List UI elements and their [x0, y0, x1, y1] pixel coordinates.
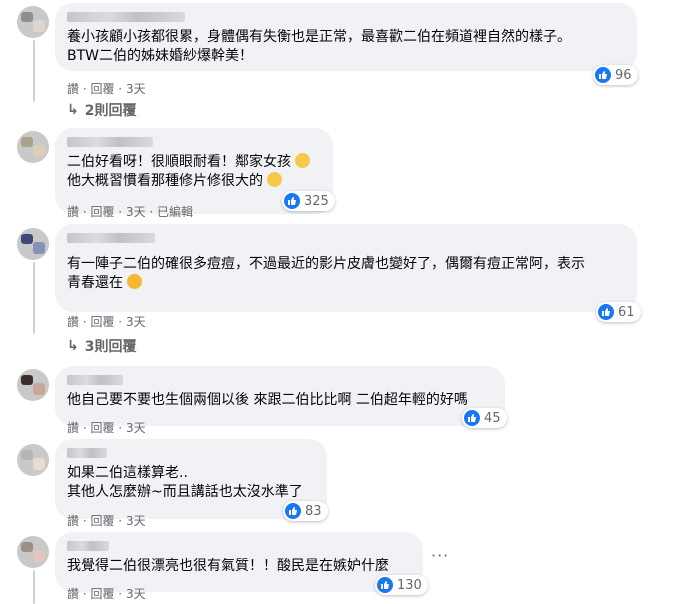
thread-line	[33, 570, 35, 604]
like-thumb-icon	[595, 67, 611, 83]
commenter-name[interactable]	[67, 448, 107, 458]
like-thumb-icon	[464, 410, 480, 426]
commenter-name[interactable]	[67, 137, 153, 147]
thread-line	[33, 40, 35, 102]
thread-line	[33, 262, 35, 334]
timestamp[interactable]: 3天	[126, 205, 146, 219]
laughing-emoji-icon	[127, 274, 143, 289]
reaction-count-value: 130	[397, 577, 422, 593]
timestamp[interactable]: 3天	[126, 82, 146, 96]
reaction-count[interactable]: 130	[375, 575, 428, 595]
reaction-count-value: 325	[304, 193, 329, 209]
timestamp[interactable]: 3天	[126, 514, 146, 528]
avatar[interactable]	[17, 369, 49, 401]
like-thumb-icon	[377, 577, 393, 593]
reply-link[interactable]: 回覆	[90, 514, 114, 528]
reaction-count[interactable]: 96	[593, 65, 638, 85]
grin-emoji-icon	[267, 172, 283, 187]
reaction-count[interactable]: 325	[282, 191, 335, 211]
reaction-count-value: 61	[618, 304, 635, 320]
reaction-count-value: 83	[305, 503, 322, 519]
view-replies-button[interactable]: ↳ 2則回覆	[67, 100, 136, 120]
avatar[interactable]	[17, 536, 49, 568]
avatar[interactable]	[17, 131, 49, 163]
comment-text: 如果二伯這樣算老.. 其他人怎麼辦~而且講話也太沒水準了	[67, 465, 303, 500]
comment-actions: 讚 · 回覆 · 3天	[67, 421, 146, 435]
commenter-name[interactable]	[67, 233, 155, 243]
timestamp[interactable]: 3天	[126, 587, 146, 601]
like-thumb-icon	[598, 304, 614, 320]
reaction-count[interactable]: 61	[596, 302, 641, 322]
like-link[interactable]: 讚	[67, 205, 79, 219]
edited-label[interactable]: 已編輯	[157, 205, 193, 219]
timestamp[interactable]: 3天	[126, 315, 146, 329]
comment-actions: 讚 · 回覆 · 3天 · 已編輯	[67, 205, 194, 219]
reaction-count-value: 96	[615, 67, 632, 83]
reply-arrow-icon: ↳	[67, 338, 79, 354]
like-link[interactable]: 讚	[67, 514, 79, 528]
comment-text: 他自己要不要也生個兩個以後 來跟二伯比比啊 二伯超年輕的好嗎	[67, 392, 468, 408]
like-link[interactable]: 讚	[67, 421, 79, 435]
reply-link[interactable]: 回覆	[90, 587, 114, 601]
comment-text: 養小孩顧小孩都很累，身體偶有失衡也是正常，最喜歡二伯在頻道裡自然的樣子。 BTW…	[67, 29, 571, 64]
reaction-count[interactable]: 83	[283, 501, 328, 521]
like-link[interactable]: 讚	[67, 82, 79, 96]
view-replies-button[interactable]: ↳ 3則回覆	[67, 336, 136, 356]
reply-link[interactable]: 回覆	[90, 205, 114, 219]
comment-bubble: 我覺得二伯很漂亮也很有氣質！！酸民是在嫉妒什麼	[55, 532, 423, 592]
timestamp[interactable]: 3天	[126, 421, 146, 435]
replies-label: 2則回覆	[84, 103, 137, 119]
avatar[interactable]	[17, 444, 49, 476]
reply-arrow-icon: ↳	[67, 102, 79, 118]
reply-link[interactable]: 回覆	[90, 315, 114, 329]
comment-actions: 讚 · 回覆 · 3天	[67, 82, 146, 96]
like-link[interactable]: 讚	[67, 315, 79, 329]
comment-text: 我覺得二伯很漂亮也很有氣質！！酸民是在嫉妒什麼	[67, 558, 389, 574]
reaction-count[interactable]: 45	[462, 408, 507, 428]
more-options-icon[interactable]: ···	[431, 546, 449, 565]
comment-bubble: 養小孩顧小孩都很累，身體偶有失衡也是正常，最喜歡二伯在頻道裡自然的樣子。 BTW…	[55, 3, 637, 71]
replies-label: 3則回覆	[84, 339, 137, 355]
like-link[interactable]: 讚	[67, 587, 79, 601]
comment-actions: 讚 · 回覆 · 3天	[67, 587, 146, 601]
comment-text: 有一陣子二伯的確很多痘痘，不過最近的影片皮膚也變好了，偶爾有痘正常阿，表示 青春…	[67, 256, 585, 291]
commenter-name[interactable]	[67, 541, 109, 551]
commenter-name[interactable]	[67, 12, 185, 22]
comment-bubble: 有一陣子二伯的確很多痘痘，不過最近的影片皮膚也變好了，偶爾有痘正常阿，表示 青春…	[55, 224, 637, 312]
reaction-count-value: 45	[484, 410, 501, 426]
reply-link[interactable]: 回覆	[90, 82, 114, 96]
comment-text: 二伯好看呀！很順眼耐看！鄰家女孩 他大概習慣看那種修片修很大的	[67, 153, 321, 191]
like-thumb-icon	[285, 503, 301, 519]
avatar[interactable]	[17, 6, 49, 38]
like-thumb-icon	[284, 193, 300, 209]
smiling-emoji-icon	[295, 153, 311, 168]
avatar[interactable]	[17, 228, 49, 260]
comment-actions: 讚 · 回覆 · 3天	[67, 315, 146, 329]
comment-bubble: 他自己要不要也生個兩個以後 來跟二伯比比啊 二伯超年輕的好嗎	[55, 366, 505, 426]
comment-actions: 讚 · 回覆 · 3天	[67, 514, 146, 528]
reply-link[interactable]: 回覆	[90, 421, 114, 435]
commenter-name[interactable]	[67, 375, 123, 385]
